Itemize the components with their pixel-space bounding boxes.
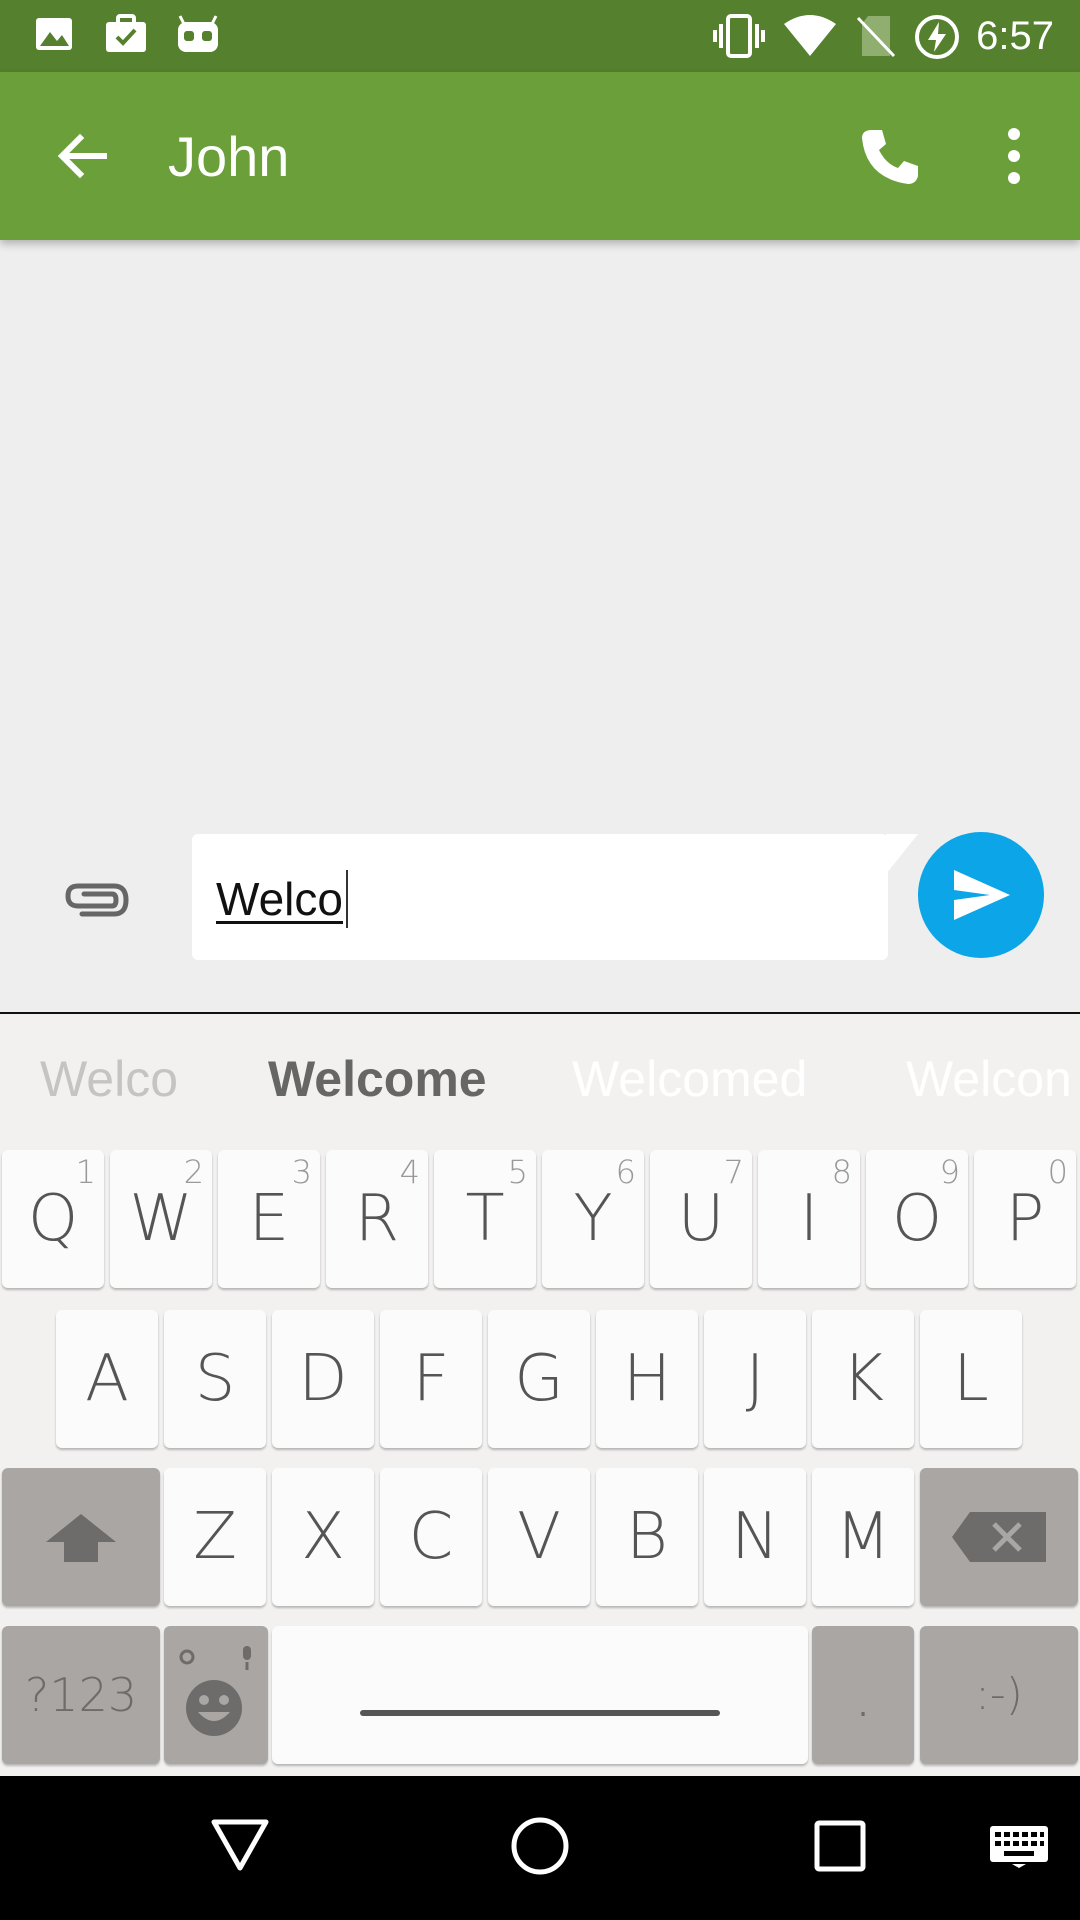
period-key[interactable]: . <box>812 1626 914 1764</box>
key-c[interactable]: C <box>380 1468 482 1606</box>
more-vert-icon[interactable] <box>996 124 1032 188</box>
key-z[interactable]: Z <box>164 1468 266 1606</box>
wifi-icon <box>784 15 836 56</box>
emoji-key[interactable] <box>164 1626 268 1764</box>
key-t[interactable]: T5 <box>434 1150 536 1288</box>
suggestion-tertiary[interactable]: Welcon <box>906 1050 1072 1108</box>
key-s[interactable]: S <box>164 1310 266 1448</box>
message-input[interactable]: Welco <box>192 834 888 960</box>
key-d[interactable]: D <box>272 1310 374 1448</box>
app-bar: John <box>0 72 1080 240</box>
backspace-icon <box>952 1512 1046 1562</box>
arrow-back-icon[interactable] <box>52 126 112 186</box>
send-button[interactable] <box>918 832 1044 958</box>
key-p[interactable]: P0 <box>974 1150 1076 1288</box>
backspace-key[interactable] <box>920 1468 1078 1606</box>
key-h[interactable]: H <box>596 1310 698 1448</box>
shift-key[interactable] <box>2 1468 160 1606</box>
phone-icon[interactable] <box>858 124 922 188</box>
space-key[interactable] <box>272 1626 808 1764</box>
key-e[interactable]: E3 <box>218 1150 320 1288</box>
space-bar-indicator <box>360 1710 720 1716</box>
key-y[interactable]: Y6 <box>542 1150 644 1288</box>
compose-tail <box>886 834 918 874</box>
key-o[interactable]: O9 <box>866 1150 968 1288</box>
briefcase-check-icon <box>106 14 146 52</box>
smiley-icon <box>186 1680 242 1736</box>
key-i[interactable]: I8 <box>758 1150 860 1288</box>
suggestion-strip: Welco Welcome Welcomed Welcon <box>0 1014 1080 1150</box>
home-circle-icon[interactable] <box>510 1816 570 1876</box>
status-time: 6:57 <box>976 14 1054 58</box>
battery-charging-icon <box>915 15 959 59</box>
cyanogen-icon <box>178 15 218 52</box>
key-m[interactable]: M <box>812 1468 914 1606</box>
navigation-bar <box>0 1776 1080 1920</box>
key-u[interactable]: U7 <box>650 1150 752 1288</box>
key-q[interactable]: Q1 <box>2 1150 104 1288</box>
suggestion-secondary[interactable]: Welcomed <box>572 1050 807 1108</box>
key-k[interactable]: K <box>812 1310 914 1448</box>
key-x[interactable]: X <box>272 1468 374 1606</box>
key-b[interactable]: B <box>596 1468 698 1606</box>
recents-square-icon[interactable] <box>814 1820 866 1872</box>
image-icon <box>36 18 72 50</box>
key-g[interactable]: G <box>488 1310 590 1448</box>
settings-mini-icon <box>179 1649 195 1665</box>
key-a[interactable]: A <box>56 1310 158 1448</box>
suggestion-primary[interactable]: Welcome <box>268 1050 487 1108</box>
message-input-text: Welco <box>216 873 343 925</box>
key-l[interactable]: L <box>920 1310 1022 1448</box>
back-triangle-icon[interactable] <box>210 1818 270 1872</box>
symbols-key[interactable]: ?123 <box>2 1626 160 1764</box>
key-w[interactable]: W2 <box>110 1150 212 1288</box>
suggestion-typed[interactable]: Welco <box>40 1050 178 1108</box>
keyboard-icon[interactable] <box>988 1824 1050 1868</box>
send-icon <box>954 870 1010 920</box>
smiley-key[interactable]: :-) <box>920 1626 1078 1764</box>
paperclip-icon[interactable] <box>62 870 132 930</box>
status-bar: 6:57 <box>0 0 1080 72</box>
key-r[interactable]: R4 <box>326 1150 428 1288</box>
key-f[interactable]: F <box>380 1310 482 1448</box>
mic-mini-icon <box>243 1646 251 1670</box>
key-v[interactable]: V <box>488 1468 590 1606</box>
key-j[interactable]: J <box>704 1310 806 1448</box>
shift-icon <box>46 1514 116 1562</box>
keyboard: Welco Welcome Welcomed Welcon Q1 W2 E3 R… <box>0 1014 1080 1776</box>
conversation-title: John <box>168 125 290 188</box>
text-caret <box>346 870 348 928</box>
vibrate-icon <box>713 14 765 58</box>
no-sim-icon <box>856 16 896 58</box>
key-n[interactable]: N <box>704 1468 806 1606</box>
